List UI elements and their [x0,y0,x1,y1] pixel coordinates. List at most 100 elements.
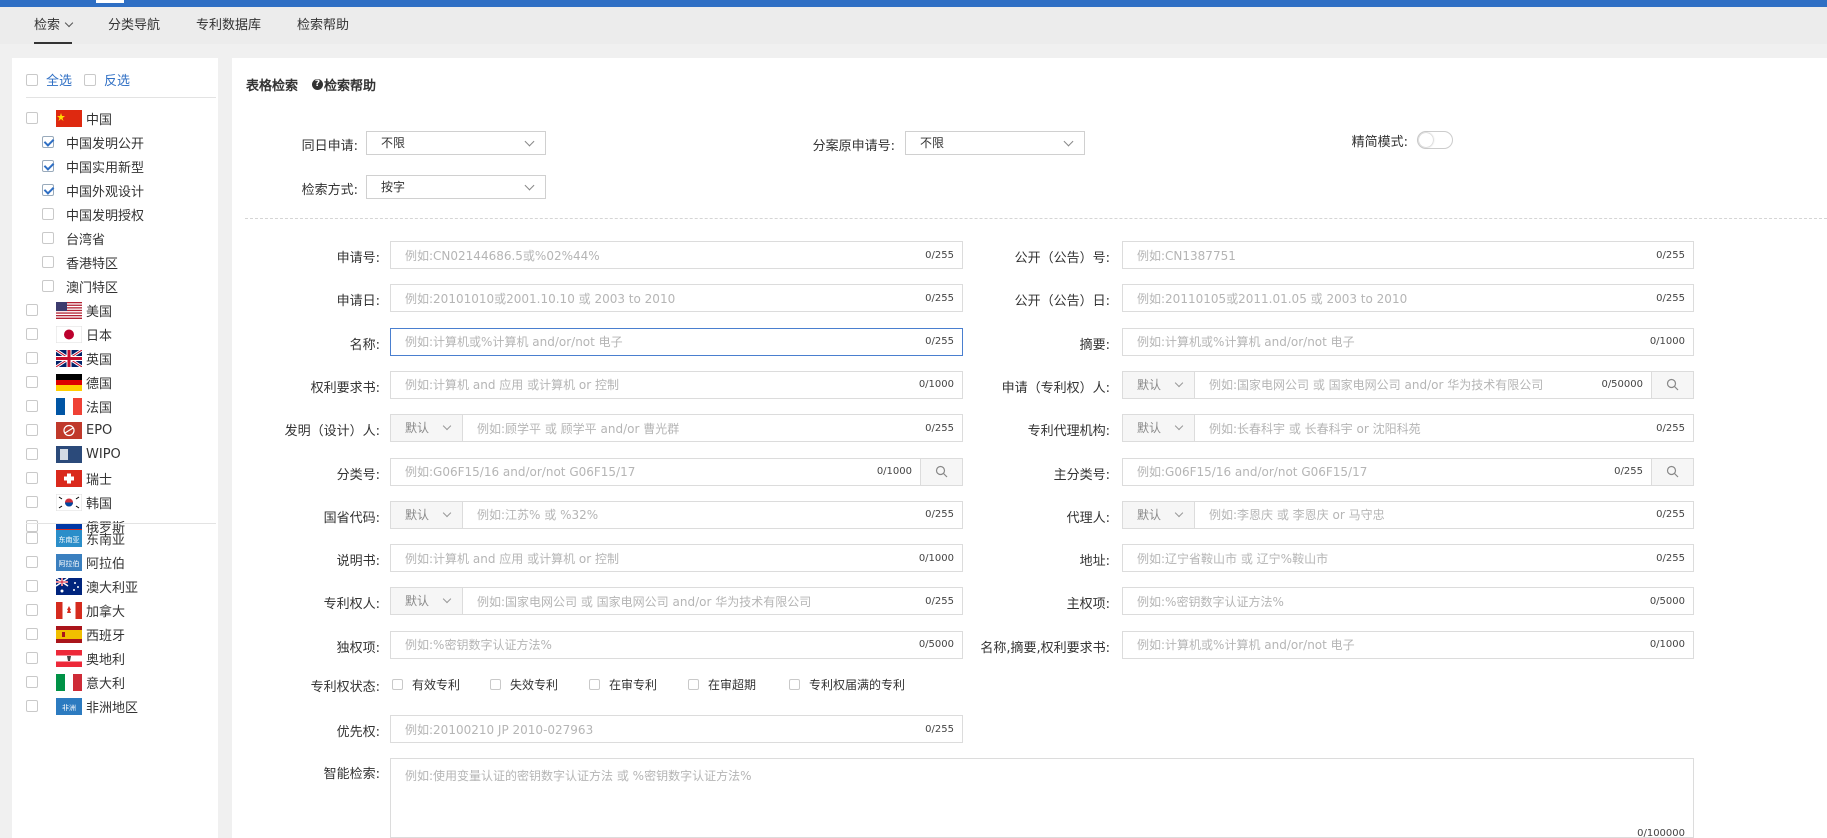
priority-input[interactable]: 例如:20100210 JP 2010-027963 0/255 [390,715,963,743]
sidebar-country-item[interactable]: 瑞士 [26,468,112,488]
country-checkbox[interactable] [42,160,54,172]
invert-link[interactable]: 反选 [104,70,130,89]
left-field-input[interactable]: 默认 例如:江苏% 或 %32% 0/255 [390,500,963,529]
country-checkbox[interactable] [42,208,54,220]
right-field-input[interactable]: 例如:20110105或2011.01.05 或 2003 to 2010 0/2… [1122,284,1694,313]
sidebar-country-item[interactable]: 中国外观设计 [26,180,144,200]
sidebar-region-item[interactable]: 东南亚 东南亚 [26,528,125,548]
select-all-link[interactable]: 全选 [46,70,72,89]
right-field-input[interactable]: 例如:CN1387751 0/255 [1122,241,1694,269]
region-checkbox[interactable] [26,652,38,664]
sidebar-region-item[interactable]: 加拿大 [26,600,125,620]
status-option[interactable]: 专利权届满的专利 [789,676,905,693]
country-checkbox[interactable] [26,448,38,460]
right-field-input[interactable]: 例如:计算机或%计算机 and/or/not 电子 0/1000 [1122,327,1694,356]
tab-table-search[interactable]: 表格检索 [246,75,298,94]
lookup-button[interactable] [1651,371,1693,398]
country-checkbox[interactable] [42,256,54,268]
region-checkbox[interactable] [26,676,38,688]
sidebar-country-item[interactable]: 英国 [26,348,112,368]
sidebar-region-item[interactable]: 西班牙 [26,624,125,644]
country-checkbox[interactable] [26,304,38,316]
region-checkbox[interactable] [26,700,38,712]
country-checkbox[interactable] [42,280,54,292]
sidebar-country-item[interactable]: 日本 [26,324,112,344]
match-mode-select[interactable]: 默认 [1123,501,1195,528]
sidebar-country-item[interactable]: 香港特区 [26,252,118,272]
region-checkbox[interactable] [26,532,38,544]
sidebar-region-item[interactable]: 澳大利亚 [26,576,138,596]
status-checkbox[interactable] [688,679,699,690]
same-day-select[interactable]: 不限 [366,131,546,155]
country-checkbox[interactable] [26,352,38,364]
sidebar-country-item[interactable]: 台湾省 [26,228,105,248]
status-checkbox[interactable] [789,679,800,690]
sidebar-country-item[interactable]: 美国 [26,300,112,320]
status-option[interactable]: 有效专利 [392,676,460,693]
match-mode-select[interactable]: 默认 [391,415,463,442]
country-checkbox[interactable] [26,376,38,388]
right-field-input[interactable]: 默认 例如:国家电网公司 或 国家电网公司 and/or 华为技术有限公司 0/50… [1122,370,1694,399]
right-field-input[interactable]: 默认 例如:李恩庆 或 李恩庆 or 马守忠 0/255 [1122,500,1694,529]
lookup-button[interactable] [920,458,962,485]
nav-classification[interactable]: 分类导航 [108,7,160,44]
status-checkbox[interactable] [490,679,501,690]
match-mode-select[interactable]: 默认 [391,501,463,528]
sidebar-region-item[interactable]: 奥地利 [26,648,125,668]
sidebar-country-item[interactable]: 中国实用新型 [26,156,144,176]
left-field-input[interactable]: 例如:CN02144686.5或%02%44% 0/255 [390,241,963,269]
right-field-input[interactable]: 例如:G06F15/16 and/or/not G06F15/17 0/255 [1122,457,1694,486]
region-checkbox[interactable] [26,580,38,592]
nav-search[interactable]: 检索 [34,7,74,44]
divisional-select[interactable]: 不限 [905,131,1085,155]
invert-checkbox[interactable] [84,73,97,86]
right-field-input[interactable]: 例如:%密钥数字认证方法% 0/5000 [1122,587,1694,616]
left-field-input[interactable]: 例如:计算机 and 应用 或计算机 or 控制 0/1000 [390,544,963,573]
region-checkbox[interactable] [26,604,38,616]
status-option[interactable]: 失效专利 [490,676,558,693]
left-field-input[interactable]: 例如:%密钥数字认证方法% 0/5000 [390,630,963,659]
sidebar-region-item[interactable]: 阿拉伯 阿拉伯 [26,552,125,572]
right-field-input[interactable]: 例如:计算机或%计算机 and/or/not 电子 0/1000 [1122,630,1694,659]
left-field-input[interactable]: 例如:20101010或2001.10.10 或 2003 to 2010 0/2… [390,284,963,313]
nav-search-help[interactable]: 检索帮助 [297,7,349,44]
match-mode-select[interactable]: 默认 [391,588,463,615]
left-field-input[interactable]: 例如:计算机 and 应用 或计算机 or 控制 0/1000 [390,370,963,399]
left-field-input[interactable]: 默认 例如:顾学平 或 顾学平 and/or 曹光群 0/255 [390,414,963,443]
left-field-input[interactable]: 默认 例如:国家电网公司 或 国家电网公司 and/or 华为技术有限公司 0/25… [390,587,963,616]
help-link[interactable]: ? 检索帮助 [312,75,376,94]
country-checkbox[interactable] [26,112,38,124]
country-checkbox[interactable] [42,232,54,244]
right-field-input[interactable]: 例如:辽宁省鞍山市 或 辽宁%鞍山市 0/255 [1122,544,1694,573]
sidebar-country-item[interactable]: 中国发明授权 [26,204,144,224]
match-mode-select[interactable]: 默认 [1123,371,1195,398]
sidebar-region-item[interactable]: 非洲 非洲地区 [26,696,138,716]
sidebar-country-item[interactable]: 澳门特区 [26,276,118,296]
right-field-input[interactable]: 默认 例如:长春科宇 或 长春科宇 or 沈阳科苑 0/255 [1122,414,1694,443]
select-all-checkbox[interactable] [26,73,38,86]
country-checkbox[interactable] [26,496,38,508]
sidebar-country-item[interactable]: 中国 [26,108,112,128]
simple-mode-toggle[interactable] [1417,131,1453,149]
status-checkbox[interactable] [589,679,600,690]
status-checkbox[interactable] [392,679,403,690]
country-checkbox[interactable] [26,472,38,484]
region-checkbox[interactable] [26,556,38,568]
left-field-input[interactable]: 例如:计算机或%计算机 and/or/not 电子 0/255 [390,327,963,356]
search-method-select[interactable]: 按字 [366,175,546,199]
country-checkbox[interactable] [26,400,38,412]
status-option[interactable]: 在审专利 [589,676,657,693]
nav-patent-database[interactable]: 专利数据库 [196,7,261,44]
country-checkbox[interactable] [42,184,54,196]
status-option[interactable]: 在审超期 [688,676,756,693]
country-checkbox[interactable] [26,328,38,340]
sidebar-country-item[interactable]: 德国 [26,372,112,392]
left-field-input[interactable]: 例如:G06F15/16 and/or/not G06F15/17 0/1000 [390,457,963,486]
country-checkbox[interactable] [42,136,54,148]
sidebar-country-item[interactable]: 中国发明公开 [26,132,144,152]
smart-search-textarea[interactable]: 例如:使用变量认证的密钥数字认证方法 或 %密钥数字认证方法% 0/100000 [390,758,1694,838]
lookup-button[interactable] [1651,458,1693,485]
sidebar-country-item[interactable]: WIPO [26,444,121,464]
region-checkbox[interactable] [26,628,38,640]
sidebar-country-item[interactable]: EPO [26,420,112,440]
